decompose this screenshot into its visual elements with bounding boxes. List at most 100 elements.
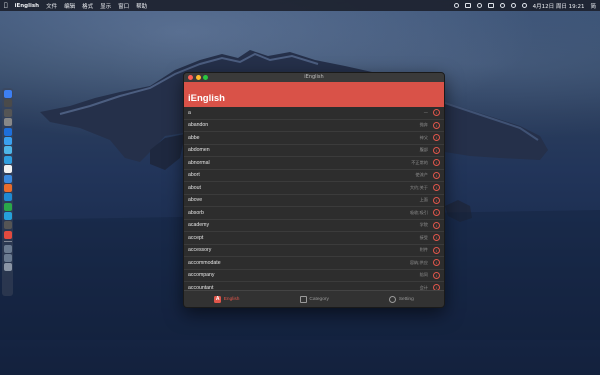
- menu-edit[interactable]: 编辑: [64, 2, 75, 10]
- menu-app-name[interactable]: iEnglish: [15, 3, 39, 9]
- info-icon[interactable]: i: [433, 121, 440, 129]
- word-text: accept: [188, 234, 204, 241]
- word-meaning: 腹部: [419, 147, 428, 153]
- input-method-indicator[interactable]: 简: [590, 2, 596, 10]
- menu-bar:  iEnglish 文件 编辑 格式 显示 窗口 帮助 4月12日 周日 19…: [0, 0, 600, 11]
- wechat-icon[interactable]: [3, 202, 12, 211]
- info-icon[interactable]: i: [433, 171, 440, 179]
- word-text: abnormal: [188, 159, 210, 166]
- word-text: accessory: [188, 247, 212, 254]
- word-meaning: 神父: [419, 134, 428, 140]
- menu-file[interactable]: 文件: [46, 2, 57, 10]
- list-item[interactable]: accommodate 容纳;供应 i: [184, 257, 444, 270]
- list-item[interactable]: about 大约;关于 i: [184, 182, 444, 195]
- qq-icon[interactable]: [3, 212, 12, 221]
- info-icon[interactable]: i: [433, 109, 440, 117]
- activity-monitor-icon[interactable]: [3, 108, 12, 117]
- list-item[interactable]: above 上面 i: [184, 195, 444, 207]
- word-meaning: 接受: [419, 234, 428, 240]
- info-icon[interactable]: i: [433, 259, 440, 267]
- list-item[interactable]: abort 使流产 i: [184, 170, 444, 182]
- files-icon[interactable]: [3, 174, 12, 183]
- list-item[interactable]: abandon 抛弃 i: [184, 120, 444, 132]
- mail-icon[interactable]: [3, 146, 12, 155]
- window-title: iEnglish: [304, 74, 324, 80]
- app-window: iEnglish iEnglish a一i abandon 抛弃 i abbe 神父 i…: [183, 72, 445, 308]
- word-text: abdomen: [188, 147, 210, 154]
- list-item[interactable]: accompany 陪同 i: [184, 270, 444, 282]
- menu-window[interactable]: 窗口: [118, 2, 129, 10]
- window-titlebar[interactable]: iEnglish: [184, 73, 444, 82]
- safari-icon[interactable]: [3, 127, 12, 136]
- word-text: accompany: [188, 272, 215, 279]
- list-item[interactable]: accessory 附件 i: [184, 245, 444, 257]
- bluetooth-icon[interactable]: [453, 3, 459, 8]
- vscode-icon[interactable]: [3, 193, 12, 202]
- word-text: above: [188, 197, 203, 204]
- word-text: abort: [188, 172, 200, 179]
- menu-clock[interactable]: 4月12日 周日 19:21: [533, 2, 585, 10]
- tab-category-label: Category: [309, 296, 329, 302]
- list-item[interactable]: accept 接受 i: [184, 232, 444, 245]
- calendar-icon[interactable]: [3, 165, 12, 174]
- list-item[interactable]: abbe 神父 i: [184, 132, 444, 145]
- app-store-icon[interactable]: [3, 136, 12, 145]
- battery-icon[interactable]: [487, 3, 494, 8]
- tab-english[interactable]: A English: [214, 295, 240, 303]
- info-icon[interactable]: i: [433, 234, 440, 242]
- menu-format[interactable]: 格式: [82, 2, 93, 10]
- info-icon[interactable]: i: [433, 221, 440, 229]
- tab-category[interactable]: Category: [299, 295, 329, 303]
- page-title: iEnglish: [188, 93, 225, 104]
- english-book-icon: A: [214, 295, 222, 303]
- system-preferences-icon[interactable]: [3, 118, 12, 127]
- word-text: abbe: [188, 134, 200, 141]
- word-meaning: 陪同: [419, 272, 428, 278]
- dock: [2, 88, 13, 296]
- tab-english-label: English: [223, 296, 240, 302]
- word-meaning: 使流产: [415, 172, 428, 178]
- info-icon[interactable]: i: [433, 159, 440, 167]
- terminal-icon[interactable]: [3, 99, 12, 108]
- word-text: abandon: [188, 122, 209, 129]
- git-client-icon[interactable]: [3, 183, 12, 192]
- display-icon[interactable]: [464, 3, 471, 8]
- dock-separator: [3, 241, 12, 243]
- app-header: iEnglish: [184, 82, 444, 107]
- apple-menu-icon[interactable]: : [4, 2, 8, 9]
- word-meaning: 附件: [419, 247, 428, 253]
- menu-help[interactable]: 帮助: [136, 2, 147, 10]
- info-icon[interactable]: i: [433, 246, 440, 254]
- word-meaning: 学院: [419, 222, 428, 228]
- info-icon[interactable]: i: [433, 146, 440, 154]
- chrome-icon[interactable]: [3, 221, 12, 230]
- user-icon[interactable]: [510, 3, 516, 8]
- info-icon[interactable]: i: [433, 209, 440, 217]
- list-item[interactable]: academy 学院 i: [184, 220, 444, 232]
- list-item[interactable]: a 一i: [184, 107, 444, 120]
- search-icon[interactable]: [521, 3, 527, 8]
- wifi-icon[interactable]: [499, 3, 505, 8]
- word-meaning: 大约;关于: [409, 184, 428, 190]
- word-meaning: 容纳;供应: [409, 259, 428, 265]
- finder-icon[interactable]: [3, 90, 12, 98]
- info-icon[interactable]: i: [433, 271, 440, 279]
- word-meaning: 抛弃: [419, 122, 428, 128]
- list-item[interactable]: abdomen 腹部 i: [184, 145, 444, 157]
- info-icon[interactable]: i: [433, 134, 440, 142]
- list-item[interactable]: absorb 吸收;吸引 i: [184, 207, 444, 220]
- list-item[interactable]: abnormal 不正常的 i: [184, 157, 444, 170]
- info-icon[interactable]: i: [433, 196, 440, 204]
- word-list[interactable]: a一i abandon 抛弃 i abbe 神父 i abdomen 腹部 i abnorm…: [184, 107, 444, 291]
- folder-icon[interactable]: [3, 254, 12, 263]
- tab-setting[interactable]: Setting: [389, 295, 414, 303]
- tab-setting-label: Setting: [398, 296, 414, 302]
- word-text: about: [188, 184, 201, 191]
- menu-view[interactable]: 显示: [100, 2, 111, 10]
- xcode-icon[interactable]: [3, 155, 12, 164]
- info-icon[interactable]: i: [433, 184, 440, 192]
- trash-icon[interactable]: [3, 263, 12, 272]
- downloads-icon[interactable]: [3, 244, 12, 253]
- iEnglish-dock-icon[interactable]: [3, 230, 12, 239]
- timer-icon[interactable]: [476, 3, 482, 8]
